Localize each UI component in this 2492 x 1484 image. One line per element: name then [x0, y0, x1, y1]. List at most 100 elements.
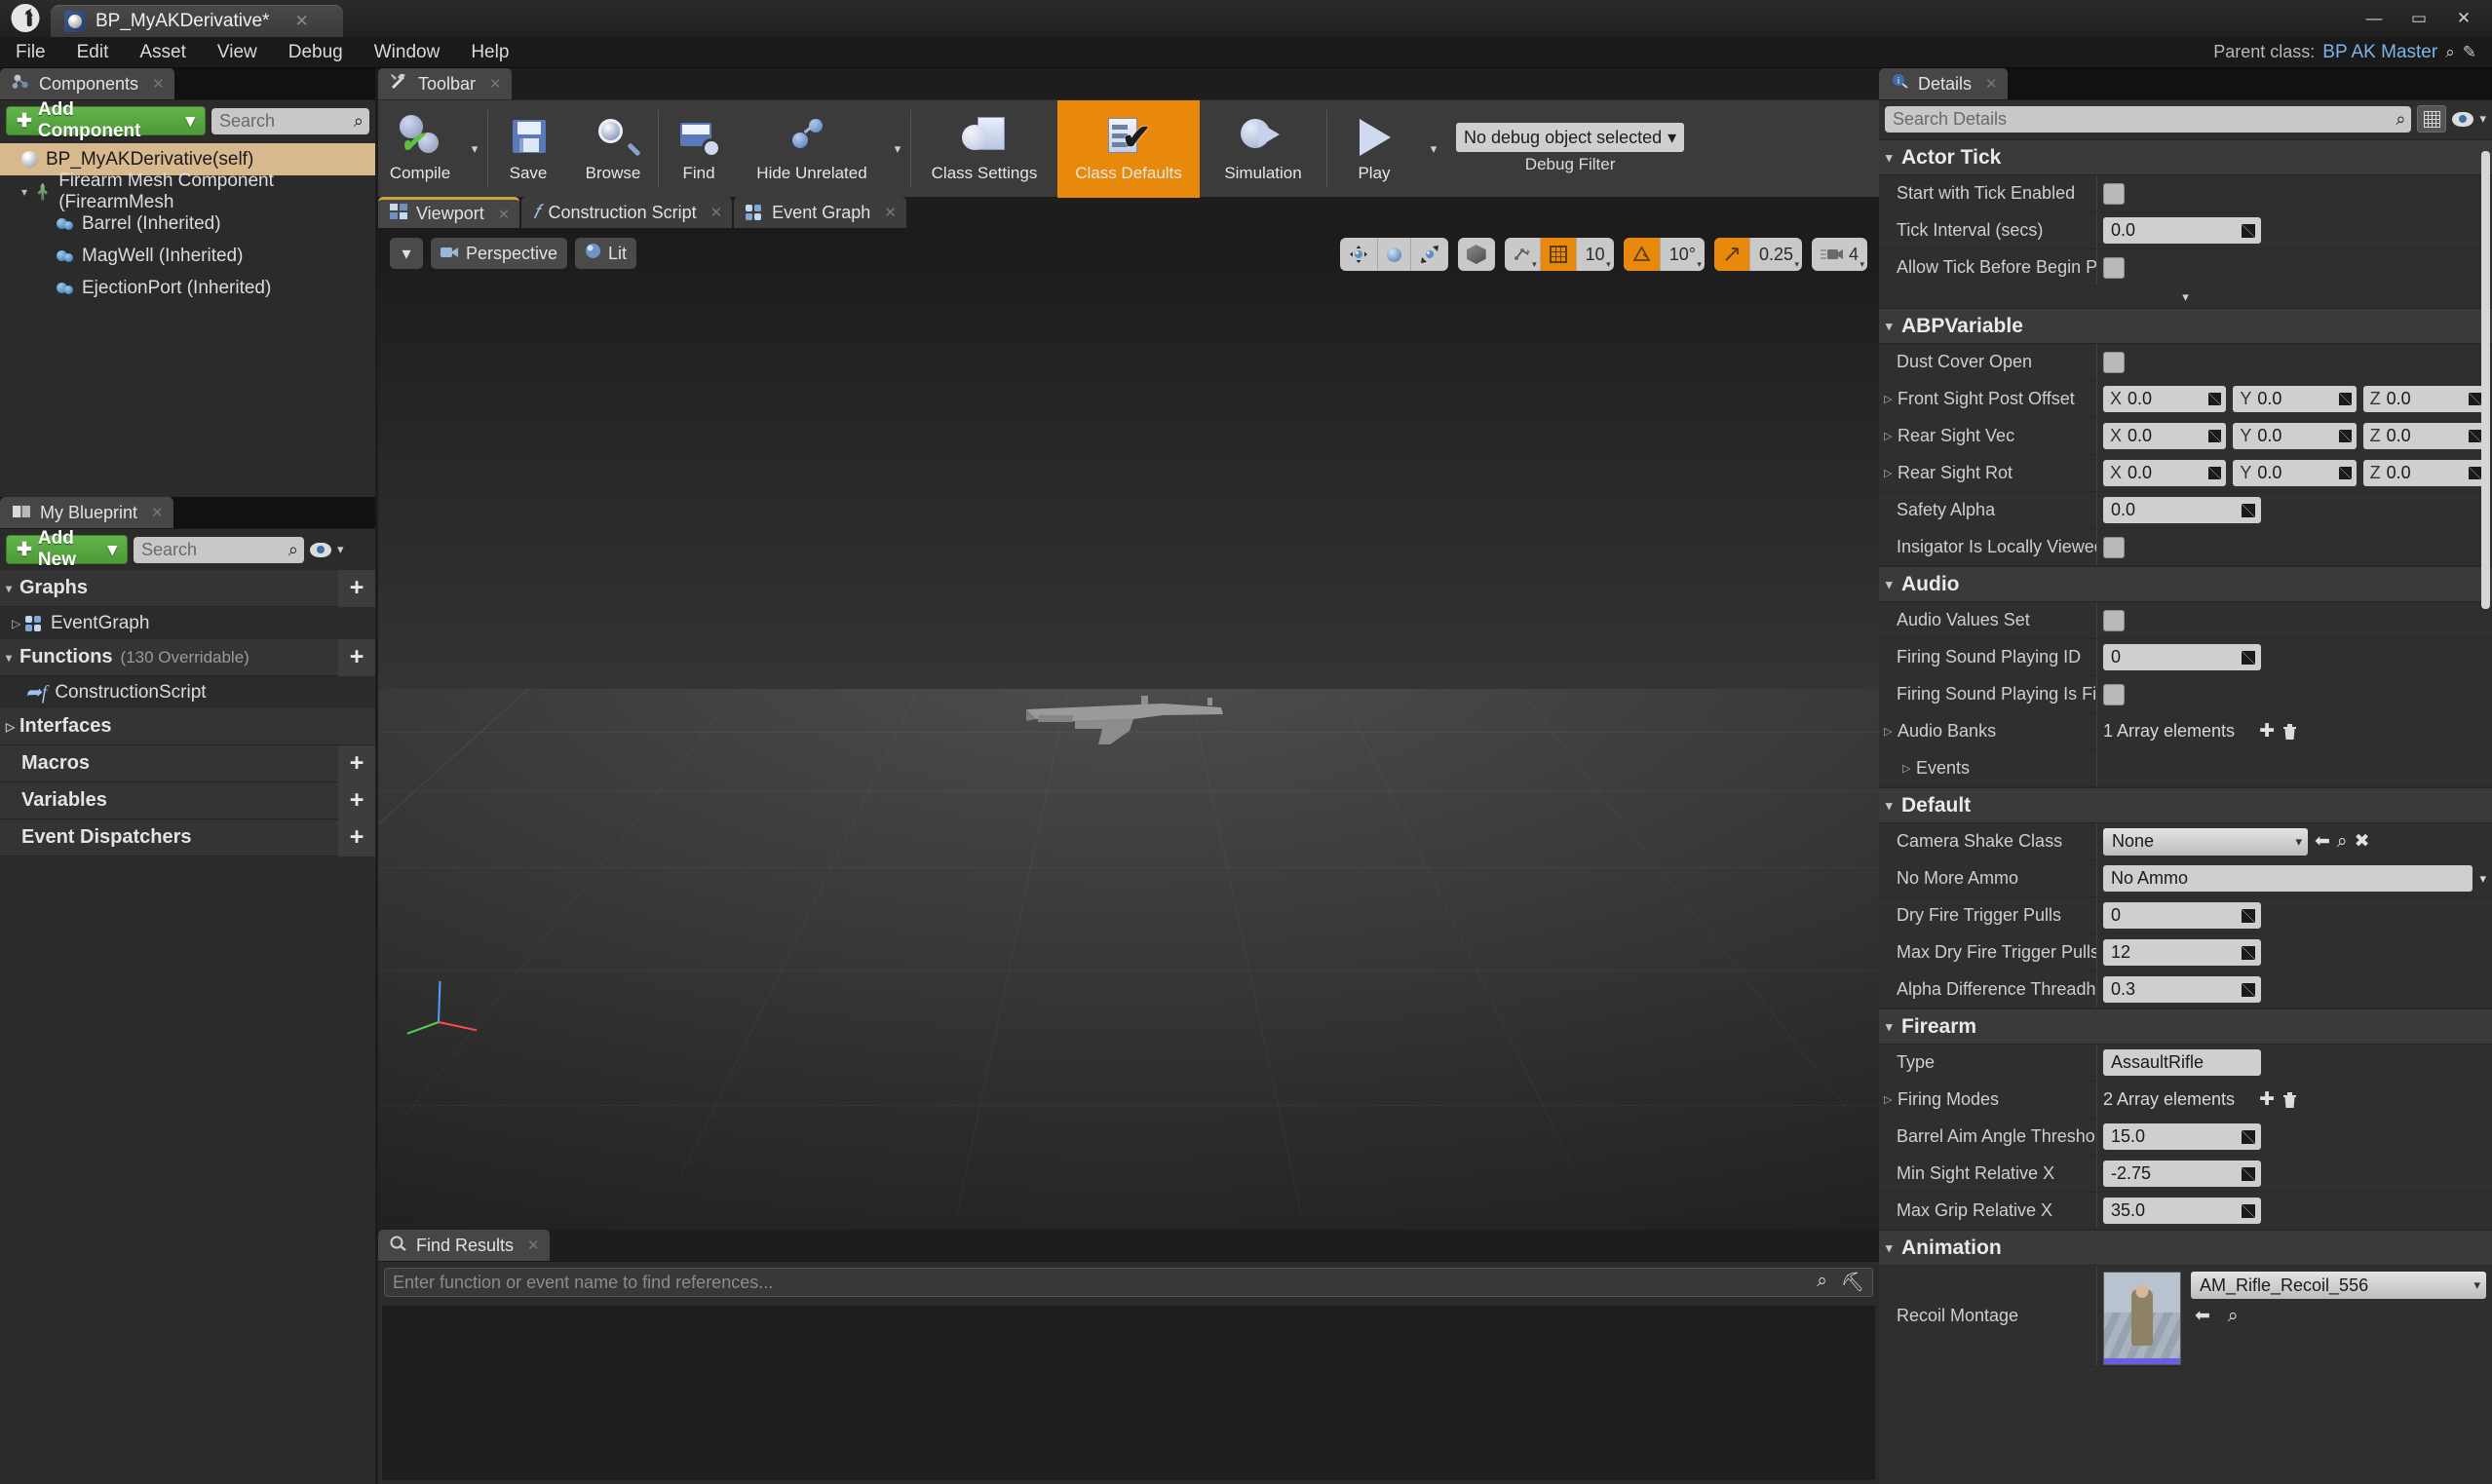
section-variables[interactable]: Variables +: [0, 781, 375, 819]
section-macros[interactable]: Macros +: [0, 744, 375, 782]
section-interfaces[interactable]: ▷ Interfaces: [0, 708, 375, 745]
edit-icon[interactable]: ✎: [2463, 43, 2476, 62]
expander-icon[interactable]: ▷: [1884, 467, 1898, 479]
checkbox[interactable]: [2103, 182, 2125, 205]
rotate-gizmo-button[interactable]: [1378, 238, 1411, 271]
browse-button[interactable]: Browse: [568, 100, 658, 198]
angle-snap-toggle[interactable]: [1623, 238, 1661, 271]
simulation-button[interactable]: Simulation: [1200, 100, 1326, 198]
parent-class-link[interactable]: BP AK Master: [2322, 42, 2437, 63]
visibility-icon[interactable]: [2452, 111, 2474, 127]
vector-x-input[interactable]: X 0.0: [2103, 386, 2227, 412]
number-input[interactable]: 0: [2103, 902, 2261, 929]
tab-event-graph[interactable]: Event Graph ✕: [734, 197, 906, 228]
number-input[interactable]: 0.0: [2103, 217, 2261, 244]
number-input[interactable]: -2.75: [2103, 1161, 2261, 1187]
viewport-lit-mode-button[interactable]: Lit: [575, 238, 637, 269]
myblueprint-search-input[interactable]: Search ⌕: [134, 536, 304, 563]
viewport-render-area[interactable]: ▾ Perspective Lit ▾ 10 ▾ 10° ▾ 0.25 ▾ 4 …: [378, 228, 1879, 1230]
find-button[interactable]: Find: [659, 100, 739, 198]
chevron-down-icon[interactable]: ▾: [1859, 259, 1864, 270]
tab-construction-script[interactable]: 𝑓 Construction Script ✕: [521, 197, 733, 228]
add-new-button[interactable]: ✚ Add New ▾: [6, 528, 128, 570]
add-macro-button[interactable]: +: [338, 744, 375, 782]
number-input[interactable]: 35.0: [2103, 1198, 2261, 1224]
list-item-eventgraph[interactable]: ▷ EventGraph: [0, 607, 375, 639]
spinner-icon[interactable]: [2338, 467, 2352, 479]
spinner-icon[interactable]: [2468, 393, 2481, 405]
grid-snap-toggle[interactable]: [1540, 238, 1577, 271]
camera-shake-class-select[interactable]: None ▾: [2103, 827, 2308, 856]
viewport-options-menu[interactable]: ▾: [390, 238, 423, 269]
compile-dropdown-icon[interactable]: ▾: [462, 100, 487, 198]
vector-y-input[interactable]: Y 0.0: [2233, 386, 2357, 412]
spinner-icon[interactable]: [2242, 908, 2255, 923]
number-input[interactable]: 0.3: [2103, 976, 2261, 1003]
spinner-icon[interactable]: [2242, 650, 2255, 665]
expander-icon[interactable]: ▷: [1884, 1093, 1898, 1106]
close-icon[interactable]: ✕: [1985, 75, 1998, 93]
spinner-icon[interactable]: [2468, 430, 2481, 442]
close-icon[interactable]: ✕: [294, 12, 308, 31]
tab-viewport[interactable]: Viewport ✕: [378, 197, 520, 228]
spinner-icon[interactable]: [2242, 945, 2255, 960]
expander-icon[interactable]: ▾: [1886, 150, 1901, 166]
clear-asset-icon[interactable]: ✖: [2355, 830, 2370, 853]
show-advanced-button[interactable]: ▾: [1879, 286, 2492, 308]
checkbox[interactable]: [2103, 536, 2125, 558]
firearm-type-input[interactable]: AssaultRifle: [2103, 1049, 2261, 1076]
category-actor-tick[interactable]: ▾ Actor Tick: [1879, 139, 2492, 175]
close-icon[interactable]: ✕: [152, 75, 165, 93]
close-icon[interactable]: ✕: [884, 204, 897, 221]
vector-y-input[interactable]: Y 0.0: [2233, 423, 2357, 449]
category-firearm[interactable]: ▾ Firearm: [1879, 1008, 2492, 1045]
close-icon[interactable]: ✕: [498, 206, 511, 223]
spinner-icon[interactable]: [2242, 1166, 2255, 1181]
close-icon[interactable]: ✕: [489, 75, 502, 93]
scale-snap-toggle[interactable]: [1713, 238, 1750, 271]
chevron-down-icon[interactable]: ▾: [337, 542, 344, 557]
add-function-button[interactable]: +: [338, 638, 375, 676]
details-scrollbar[interactable]: [2481, 151, 2490, 609]
expander-icon[interactable]: ▾: [6, 651, 19, 665]
expander-icon[interactable]: ▷: [1884, 430, 1898, 442]
expander-icon[interactable]: ▷: [12, 617, 25, 630]
checkbox[interactable]: [2103, 609, 2125, 631]
spinner-icon[interactable]: [2208, 430, 2222, 442]
play-dropdown-icon[interactable]: ▾: [1421, 100, 1446, 198]
tab-components[interactable]: Components ✕: [0, 68, 174, 99]
chevron-down-icon[interactable]: ▾: [2479, 871, 2486, 887]
spinner-icon[interactable]: [2338, 430, 2352, 442]
details-search-input[interactable]: Search Details ⌕: [1885, 105, 2412, 133]
expander-icon[interactable]: ▾: [6, 582, 19, 595]
tree-item-magwell[interactable]: MagWell (Inherited): [0, 240, 375, 272]
filter-icon[interactable]: ⛏: [1841, 1271, 1864, 1294]
close-icon[interactable]: ✕: [710, 204, 723, 221]
number-input[interactable]: 0.0: [2103, 497, 2261, 523]
recoil-montage-select[interactable]: AM_Rifle_Recoil_556 ▾: [2191, 1272, 2486, 1299]
use-selected-asset-icon[interactable]: ⬅: [2195, 1305, 2210, 1327]
delete-array-icon[interactable]: [2281, 723, 2298, 741]
checkbox[interactable]: [2103, 256, 2125, 279]
menu-item-window[interactable]: Window: [359, 37, 456, 68]
document-tab[interactable]: BP_MyAKDerivative* ✕: [51, 5, 343, 37]
tab-find-results[interactable]: Find Results ✕: [378, 1230, 550, 1261]
section-functions[interactable]: ▾ Functions (130 Overridable) +: [0, 638, 375, 676]
scale-gizmo-button[interactable]: [1411, 238, 1448, 271]
number-input[interactable]: 15.0: [2103, 1123, 2261, 1150]
grid-view-button[interactable]: [2417, 105, 2447, 133]
expander-icon[interactable]: ▷: [1884, 725, 1898, 738]
find-results-list[interactable]: [382, 1306, 1875, 1480]
menu-item-edit[interactable]: Edit: [61, 37, 125, 68]
vector-y-input[interactable]: Y 0.0: [2233, 460, 2357, 486]
use-selected-asset-icon[interactable]: ⬅: [2315, 830, 2330, 853]
checkbox[interactable]: [2103, 351, 2125, 373]
expander-icon[interactable]: ▾: [1886, 319, 1901, 334]
chevron-down-icon[interactable]: ▾: [2479, 111, 2486, 127]
number-input[interactable]: 0: [2103, 644, 2261, 670]
list-item-constructionscript[interactable]: ➦f ConstructionScript: [0, 676, 375, 708]
class-defaults-button[interactable]: ✔ Class Defaults: [1057, 99, 1200, 198]
vector-x-input[interactable]: X 0.0: [2103, 423, 2227, 449]
menu-item-help[interactable]: Help: [455, 37, 524, 68]
hide-unrelated-dropdown-icon[interactable]: ▾: [885, 100, 910, 198]
